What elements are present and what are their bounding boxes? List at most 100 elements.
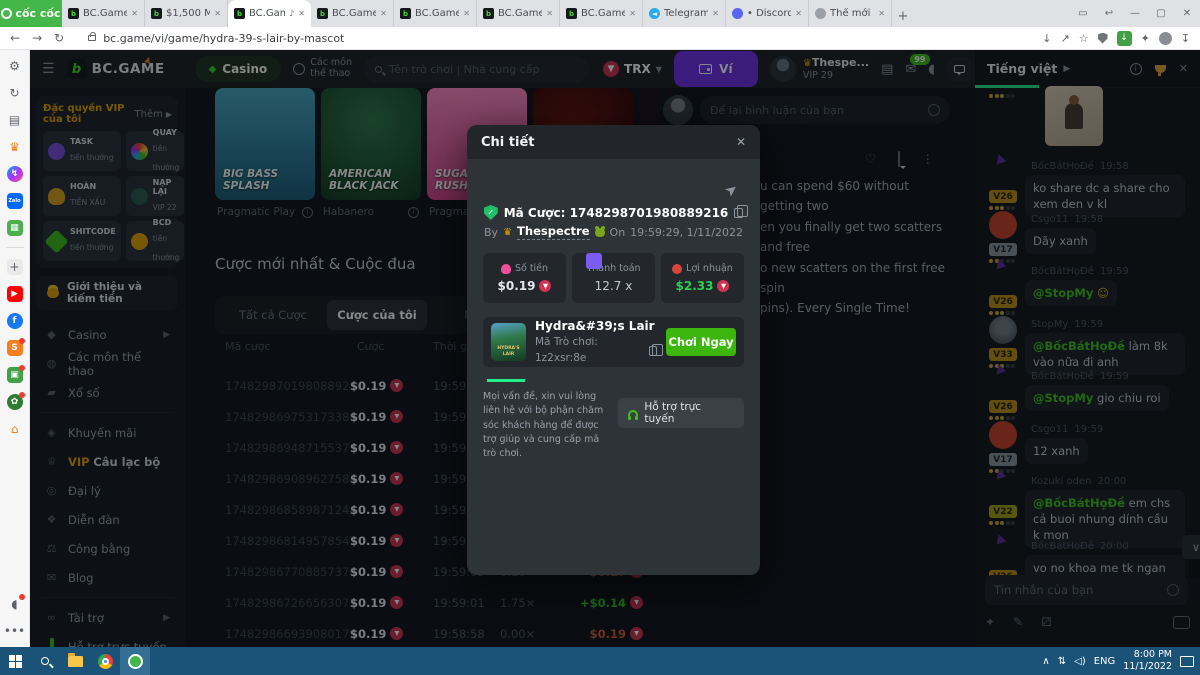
page-url[interactable]: bc.game/vi/game/hydra-39-s-lair-by-masco… <box>103 32 344 45</box>
tab-midweek[interactable]: b$1,500 Midwe✕ <box>145 0 228 27</box>
gift-icon[interactable]: ▣ <box>7 367 23 383</box>
close-icon[interactable]: ✕ <box>131 9 138 18</box>
save-page-icon[interactable]: ↓ <box>1042 32 1051 45</box>
close-icon[interactable]: ✕ <box>298 9 305 18</box>
card-icon <box>586 253 602 269</box>
bcgame-favicon: b <box>400 8 411 19</box>
bcgame-favicon: b <box>566 8 577 19</box>
newsfeed-icon[interactable]: ▤ <box>7 112 23 128</box>
new-tab-button[interactable]: + <box>892 5 914 27</box>
lock-icon[interactable] <box>88 35 96 41</box>
network-icon[interactable]: ⇅ <box>1058 656 1066 667</box>
extensions-icon[interactable]: ✦ <box>1141 32 1150 45</box>
tab-bcgame-4[interactable]: bBC.Game: Cryp✕ <box>394 0 477 27</box>
messenger-icon[interactable]: ↯ <box>7 166 23 182</box>
screen: cốc cốc bBC.Game: Cryp✕ b$1,500 Midwe✕ b… <box>0 0 1200 675</box>
facebook-icon[interactable]: f <box>7 313 23 329</box>
brand-label: cốc cốc <box>15 7 60 20</box>
close-icon[interactable]: ✕ <box>878 9 885 18</box>
url-field[interactable]: bc.game/vi/game/hydra-39-s-lair-by-masco… <box>76 32 1030 45</box>
share-icon[interactable]: ↗ <box>1060 32 1069 45</box>
tab-search-icon[interactable]: ▭ <box>1070 8 1096 19</box>
taskbar-search-icon[interactable] <box>30 647 60 675</box>
close-icon[interactable]: ✕ <box>380 9 387 18</box>
bcgame-favicon: b <box>68 8 79 19</box>
verified-shield-icon: ✓ <box>484 205 498 220</box>
back-icon[interactable]: ← <box>10 31 20 45</box>
close-icon[interactable]: ✕ <box>214 9 221 18</box>
reload-icon[interactable]: ↻ <box>54 31 64 45</box>
close-icon[interactable]: ✕ <box>629 9 636 18</box>
close-icon[interactable]: ✕ <box>712 9 719 18</box>
active-tab-underline <box>487 379 525 382</box>
bet-id: Mã Cược: 1748298701980889216 <box>504 206 729 220</box>
video-download-icon[interactable]: ↓ <box>1117 31 1132 46</box>
tab-bcgame-1[interactable]: bBC.Game: Cryp✕ <box>62 0 145 27</box>
volume-icon[interactable]: ◁) <box>1074 656 1086 667</box>
youtube-icon[interactable]: ▶ <box>7 286 23 302</box>
notifications-bell-icon[interactable]: ◖ <box>7 596 23 612</box>
zalo-icon[interactable]: Zalo <box>7 193 23 209</box>
start-button[interactable] <box>0 647 30 675</box>
live-support-button[interactable]: Hỗ trợ trực tuyến <box>618 398 744 428</box>
close-icon[interactable]: ✕ <box>795 9 802 18</box>
globe-favicon <box>815 8 826 19</box>
promo-icon[interactable]: ✿ <box>7 394 23 410</box>
tray-expand-icon[interactable]: ∧ <box>1042 656 1049 667</box>
game-thumbnail[interactable]: HYDRA'S LAIR <box>491 323 526 361</box>
settings-gear-icon[interactable]: ⚙ <box>7 58 23 74</box>
tab-telegram[interactable]: ◄Telegram✕ <box>643 0 726 27</box>
copy-icon[interactable] <box>649 346 657 356</box>
game-info-box: HYDRA'S LAIR Hydra&#39;s Lair Mã Trò chơ… <box>483 317 744 367</box>
profit-icon <box>672 264 682 274</box>
maximize-button[interactable]: ▢ <box>1148 8 1174 19</box>
crown-icon[interactable]: ♛ <box>7 139 23 155</box>
tab-discord[interactable]: • Discord | #🔊✕ <box>726 0 809 27</box>
coccoc-taskbar-icon[interactable] <box>120 647 150 675</box>
close-icon[interactable]: ✕ <box>546 9 553 18</box>
more-dots-icon[interactable]: ••• <box>7 623 23 639</box>
stat-amount: Số tiền $0.19 <box>483 253 566 303</box>
bet-author[interactable]: Thespectre <box>517 224 590 240</box>
headset-icon <box>628 410 638 416</box>
restore-tabs-icon[interactable]: ↩ <box>1096 8 1122 19</box>
tab-bcgame-3[interactable]: bBC.Game: Cryp✕ <box>311 0 394 27</box>
games-icon[interactable]: ▦ <box>7 220 23 236</box>
language-indicator[interactable]: ENG <box>1094 656 1116 667</box>
shop-icon[interactable]: S <box>7 340 23 356</box>
tab-bcgame-5[interactable]: bBC.Game: Cryp✕ <box>477 0 560 27</box>
bet-author-row: By ♛ Thespectre On 19:59:29, 1/11/2022 <box>467 224 760 240</box>
share-arrow-icon[interactable]: ➤ <box>721 179 742 201</box>
bookmark-star-icon[interactable]: ☆ <box>1079 32 1089 45</box>
close-icon[interactable]: ✕ <box>463 9 470 18</box>
system-tray: ∧ ⇅ ◁) ENG 8:00 PM11/1/2022 <box>1042 649 1200 673</box>
bcgame-favicon: b <box>483 8 494 19</box>
profile-avatar-icon[interactable] <box>1159 32 1172 45</box>
copy-icon[interactable] <box>734 208 743 218</box>
file-explorer-icon[interactable] <box>60 647 90 675</box>
chrome-icon[interactable] <box>90 647 120 675</box>
minimize-button[interactable]: — <box>1122 8 1148 19</box>
close-window-button[interactable]: ✕ <box>1174 8 1200 19</box>
adblock-shield-icon[interactable] <box>1098 33 1108 44</box>
play-now-button[interactable]: Chơi Ngay <box>666 328 736 356</box>
downloads-tray-icon[interactable]: ↧ <box>1181 32 1190 45</box>
browser-tab-bar: cốc cốc bBC.Game: Cryp✕ b$1,500 Midwe✕ b… <box>0 0 1200 27</box>
cart-icon[interactable]: ⌂ <box>7 421 23 437</box>
audio-icon[interactable]: ♪ <box>289 9 294 18</box>
stat-payout: Thanh toán 12.7 x <box>572 253 655 303</box>
forward-icon[interactable]: → <box>32 31 42 45</box>
support-row: Mọi vấn đề, xin vui lòng liên hệ với bộ … <box>483 390 744 461</box>
bet-datetime: 19:59:29, 1/11/2022 <box>630 226 743 239</box>
trx-coin-icon <box>717 280 729 292</box>
add-shortcut-icon[interactable]: + <box>7 259 23 275</box>
telegram-favicon: ◄ <box>649 8 660 19</box>
tab-bcgame-6[interactable]: bBC.Game: Cryp✕ <box>560 0 643 27</box>
tab-bcgame-active[interactable]: bBC.Game:♪✕ <box>228 0 311 27</box>
action-center-icon[interactable] <box>1180 656 1194 667</box>
taskbar-clock[interactable]: 8:00 PM11/1/2022 <box>1123 649 1172 673</box>
coccoc-brand[interactable]: cốc cốc <box>0 0 62 27</box>
close-modal-icon[interactable]: ✕ <box>736 135 746 149</box>
tab-the-moi[interactable]: Thế mới✕ <box>809 0 892 27</box>
history-icon[interactable]: ↻ <box>7 85 23 101</box>
